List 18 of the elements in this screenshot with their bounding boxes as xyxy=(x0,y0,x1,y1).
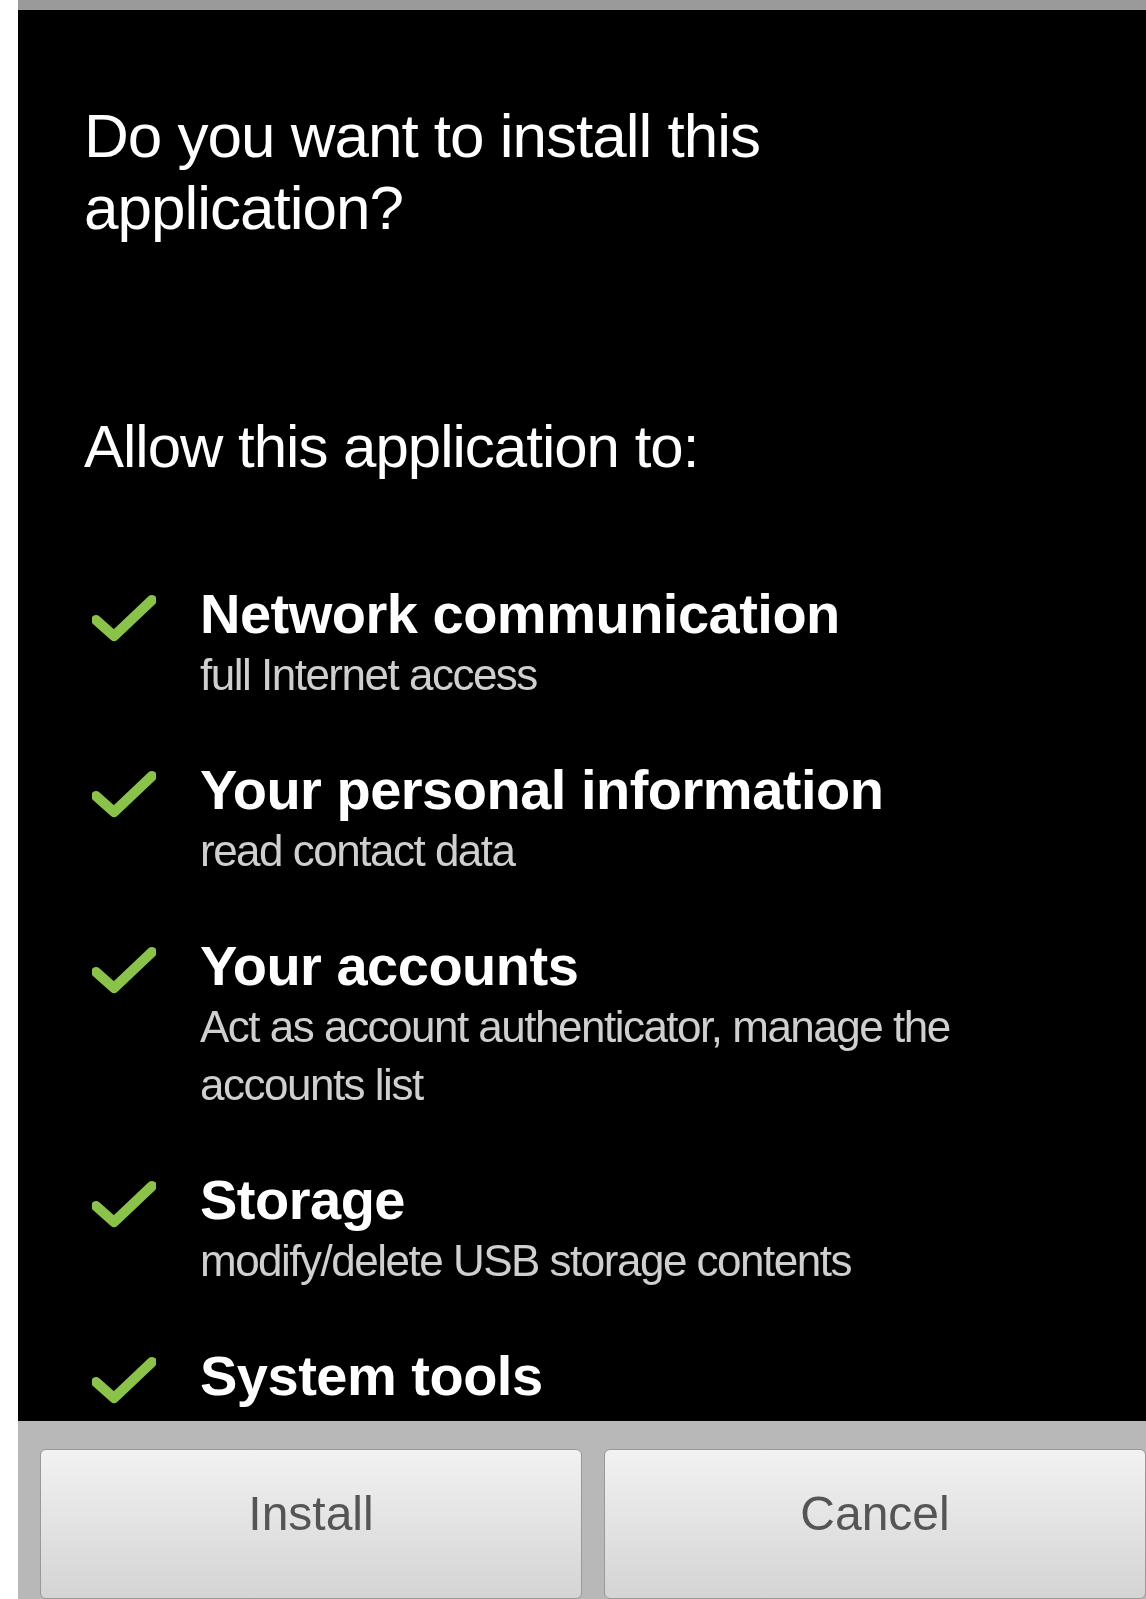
permissions-heading: Allow this application to: xyxy=(84,412,700,482)
check-icon xyxy=(92,770,156,818)
permission-detail: full Internet access xyxy=(200,649,538,701)
permission-name: Your accounts xyxy=(200,934,580,998)
permission-name: System tools xyxy=(200,1344,543,1408)
check-icon xyxy=(92,1180,156,1228)
dialog-title: Do you want to install this application? xyxy=(84,100,761,244)
permission-detail: read contact data xyxy=(200,825,517,877)
permission-name: Network communication xyxy=(200,582,841,646)
permission-name: Your personal information xyxy=(200,758,885,822)
permission-detail: Act as account authenticator, manage the accounts list xyxy=(200,1001,951,1111)
cancel-button[interactable]: Cancel xyxy=(604,1449,1146,1599)
check-icon xyxy=(92,1356,156,1404)
check-icon xyxy=(92,946,156,994)
check-icon xyxy=(92,594,156,642)
permission-name: Storage xyxy=(200,1168,406,1232)
install-button[interactable]: Install xyxy=(40,1449,582,1599)
permission-detail: modify/delete USB storage contents xyxy=(200,1235,852,1287)
